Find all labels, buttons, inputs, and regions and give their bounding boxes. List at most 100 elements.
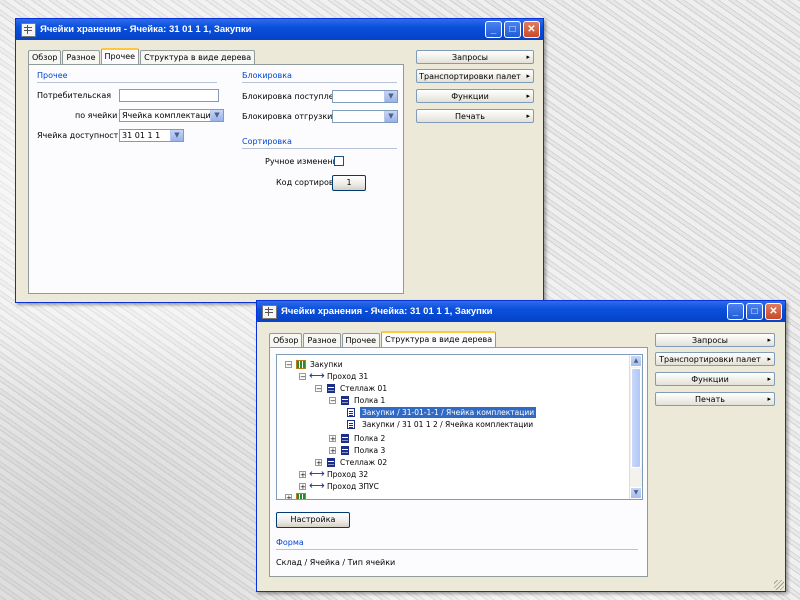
cell-type-label: по ячейки — [75, 111, 118, 120]
group-divider — [276, 549, 638, 550]
lock-out-label: Блокировка отгрузки — [242, 112, 333, 121]
tree-node-label: Полка 1 — [354, 396, 386, 405]
chevron-right-icon: ▸ — [767, 375, 771, 383]
storage-cells-window-other: Ячейки хранения - Ячейка: 31 01 1 1, Зак… — [15, 18, 544, 303]
pallet-transport-button[interactable]: Транспортировки палет ▸ — [416, 69, 534, 83]
expand-icon[interactable]: + — [285, 494, 292, 499]
tree-node-label: Закупки / 31 01 1 2 / Ячейка комплектаци… — [362, 420, 534, 429]
manual-change-checkbox[interactable] — [334, 156, 344, 166]
scroll-down-icon[interactable]: ▼ — [630, 487, 642, 499]
tab-other[interactable]: Прочее — [341, 333, 381, 347]
shelf-icon — [341, 396, 349, 405]
cell-type-select[interactable]: Ячейка комплектации ▼ — [119, 109, 224, 122]
group-title-lock: Блокировка — [242, 71, 292, 80]
tab-misc[interactable]: Разное — [303, 333, 341, 347]
manual-change-label: Ручное изменение — [265, 157, 343, 166]
scroll-up-icon[interactable]: ▲ — [630, 355, 642, 367]
queries-button-label: Запросы — [452, 53, 488, 62]
tree-node-label: Полка 3 — [354, 446, 386, 455]
chevron-right-icon: ▸ — [767, 355, 771, 363]
tab-strip: Обзор Разное Прочее Структура в виде дер… — [28, 48, 256, 64]
chevron-down-icon[interactable]: ▼ — [170, 130, 183, 141]
sort-code-field[interactable]: 1 — [332, 175, 366, 191]
tree-node-label: Проход 32 — [327, 470, 369, 479]
window-title: Ячейки хранения - Ячейка: 31 01 1 1, Зак… — [281, 306, 493, 317]
tree-view[interactable]: − Закупки − ⟷ Проход 31 − Стеллаж 01 − П… — [276, 354, 643, 500]
cell-type-value: Ячейка комплектации — [122, 111, 216, 120]
print-button-label: Печать — [695, 395, 725, 404]
access-cell-label: Ячейка доступности — [37, 131, 124, 140]
print-button-label: Печать — [455, 112, 485, 121]
close-button[interactable]: ✕ — [765, 303, 782, 320]
queries-button[interactable]: Запросы ▸ — [655, 333, 775, 347]
resize-grip-icon[interactable] — [774, 580, 784, 590]
tree-scrollbar[interactable]: ▲ ▼ — [629, 355, 642, 499]
expand-icon[interactable]: + — [329, 447, 336, 455]
expand-icon[interactable]: + — [329, 435, 336, 443]
functions-button[interactable]: Функции ▸ — [655, 372, 775, 386]
collapse-icon[interactable]: − — [285, 361, 292, 369]
tab-tree-structure[interactable]: Структура в виде дерева — [381, 331, 497, 347]
desktop-background: { "window1": { "title": "Ячейки хранения… — [0, 0, 800, 600]
warehouse-grid-icon — [296, 493, 306, 499]
settings-button[interactable]: Настройка — [276, 512, 350, 528]
window-titlebar[interactable]: Ячейки хранения - Ячейка: 31 01 1 1, Зак… — [257, 301, 785, 322]
access-cell-select[interactable]: 31 01 1 1 ▼ — [119, 129, 184, 142]
group-divider — [242, 148, 397, 149]
rack-icon — [327, 384, 335, 393]
queries-button-label: Запросы — [692, 336, 728, 345]
tree-node-label: Закупки / 31-01-1-1 / Ячейка комплектаци… — [360, 407, 537, 418]
tree-node-label: Полка 2 — [354, 434, 386, 443]
chevron-down-icon[interactable]: ▼ — [210, 110, 223, 121]
window-titlebar[interactable]: Ячейки хранения - Ячейка: 31 01 1 1, Зак… — [16, 19, 543, 40]
tab-panel-other: Прочее Потребительская по ячейки Ячейка … — [28, 64, 404, 294]
pallet-transport-button[interactable]: Транспортировки палет ▸ — [655, 352, 775, 366]
tab-misc[interactable]: Разное — [62, 50, 100, 64]
print-button[interactable]: Печать ▸ — [655, 392, 775, 406]
maximize-button[interactable]: □ — [504, 21, 521, 38]
window-controls: _ □ ✕ — [485, 21, 540, 38]
tab-overview[interactable]: Обзор — [28, 50, 62, 64]
tab-panel-tree: − Закупки − ⟷ Проход 31 − Стеллаж 01 − П… — [269, 347, 648, 577]
tree-node-label: Стеллаж 01 — [340, 384, 388, 393]
lock-out-select[interactable]: ▼ — [332, 110, 398, 123]
access-point-field[interactable] — [119, 89, 219, 102]
rack-icon — [327, 458, 335, 467]
group-title-sort: Сортировка — [242, 137, 292, 146]
expand-icon[interactable]: + — [299, 483, 306, 491]
chevron-down-icon[interactable]: ▼ — [384, 111, 397, 122]
functions-button-label: Функции — [451, 92, 489, 101]
tab-tree-structure[interactable]: Структура в виде дерева — [140, 50, 256, 64]
collapse-icon[interactable]: − — [299, 373, 306, 381]
tree-node-label: Стеллаж 02 — [340, 458, 388, 467]
expand-icon[interactable]: + — [315, 459, 322, 467]
maximize-button[interactable]: □ — [746, 303, 763, 320]
tree-node-label: ... — [310, 493, 318, 500]
window-controls: _ □ ✕ — [727, 303, 782, 320]
tab-other[interactable]: Прочее — [100, 48, 140, 64]
group-title-other: Прочее — [37, 71, 68, 80]
minimize-button[interactable]: _ — [727, 303, 744, 320]
expand-icon[interactable]: + — [299, 471, 306, 479]
aisle-arrow-icon: ⟷ — [309, 479, 325, 492]
group-title-form: Форма — [276, 538, 304, 547]
app-icon — [21, 23, 36, 37]
lock-stock-select[interactable]: ▼ — [332, 90, 398, 103]
tab-strip: Обзор Разное Прочее Структура в виде дер… — [269, 331, 497, 347]
scrollbar-thumb[interactable] — [631, 368, 641, 468]
pallet-transport-button-label: Транспортировки палет — [659, 355, 761, 364]
print-button[interactable]: Печать ▸ — [416, 109, 534, 123]
close-button[interactable]: ✕ — [523, 21, 540, 38]
queries-button[interactable]: Запросы ▸ — [416, 50, 534, 64]
pallet-transport-button-label: Транспортировки палет — [419, 72, 521, 81]
chevron-down-icon[interactable]: ▼ — [384, 91, 397, 102]
functions-button[interactable]: Функции ▸ — [416, 89, 534, 103]
tab-overview[interactable]: Обзор — [269, 333, 303, 347]
access-point-label: Потребительская — [37, 91, 112, 100]
minimize-button[interactable]: _ — [485, 21, 502, 38]
collapse-icon[interactable]: − — [315, 385, 322, 393]
collapse-icon[interactable]: − — [329, 397, 336, 405]
warehouse-grid-icon — [296, 360, 306, 369]
chevron-right-icon: ▸ — [526, 53, 530, 61]
aisle-arrow-icon: ⟷ — [309, 369, 325, 382]
